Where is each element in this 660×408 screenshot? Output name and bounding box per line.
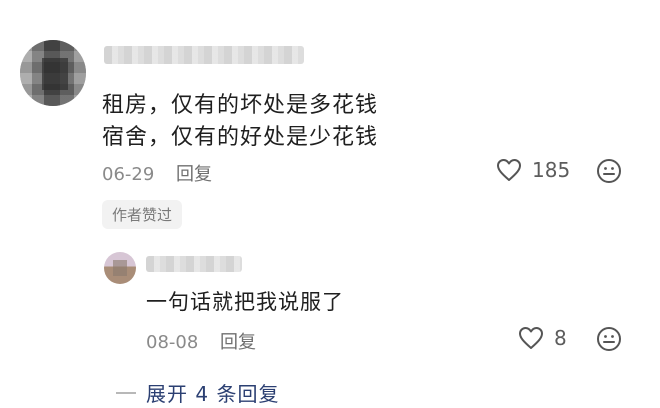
reply-date: 08-08 xyxy=(146,332,199,353)
username-blurred[interactable] xyxy=(146,256,242,272)
divider xyxy=(116,391,136,394)
comment-line: 宿舍，仅有的好处是少花钱 xyxy=(102,125,379,150)
smiley-face-icon[interactable] xyxy=(596,326,622,352)
like-count: 8 xyxy=(554,326,567,350)
reply-body: 一句话就把我说服了 xyxy=(146,290,344,314)
comment-line: 租房，仅有的坏处是多花钱 xyxy=(102,93,379,118)
smiley-face-icon[interactable] xyxy=(596,158,622,184)
heart-outline-icon xyxy=(496,158,522,182)
reply-button[interactable]: 回复 xyxy=(176,164,212,185)
comment-body: 租房，仅有的坏处是多花钱 宿舍，仅有的好处是少花钱 xyxy=(102,90,378,154)
heart-outline-icon xyxy=(518,326,544,350)
reply-meta: 08-08 回复 xyxy=(146,328,256,354)
author-liked-badge: 作者赞过 xyxy=(102,200,183,229)
comment-thread: 租房，仅有的坏处是多花钱 宿舍，仅有的好处是少花钱 06-29 回复 185 作… xyxy=(0,0,660,408)
like-count: 185 xyxy=(532,158,571,182)
expand-replies-button[interactable]: 展开 4 条回复 xyxy=(116,378,279,407)
comment-date: 06-29 xyxy=(102,164,155,185)
username-blurred[interactable] xyxy=(104,46,304,64)
comment-meta: 06-29 回复 xyxy=(102,160,212,186)
avatar[interactable] xyxy=(20,40,86,106)
expand-replies-label: 展开 4 条回复 xyxy=(146,382,280,406)
reply-button[interactable]: 回复 xyxy=(220,332,256,353)
like-button[interactable]: 185 xyxy=(496,158,570,182)
avatar[interactable] xyxy=(104,252,136,284)
like-button[interactable]: 8 xyxy=(518,326,567,350)
